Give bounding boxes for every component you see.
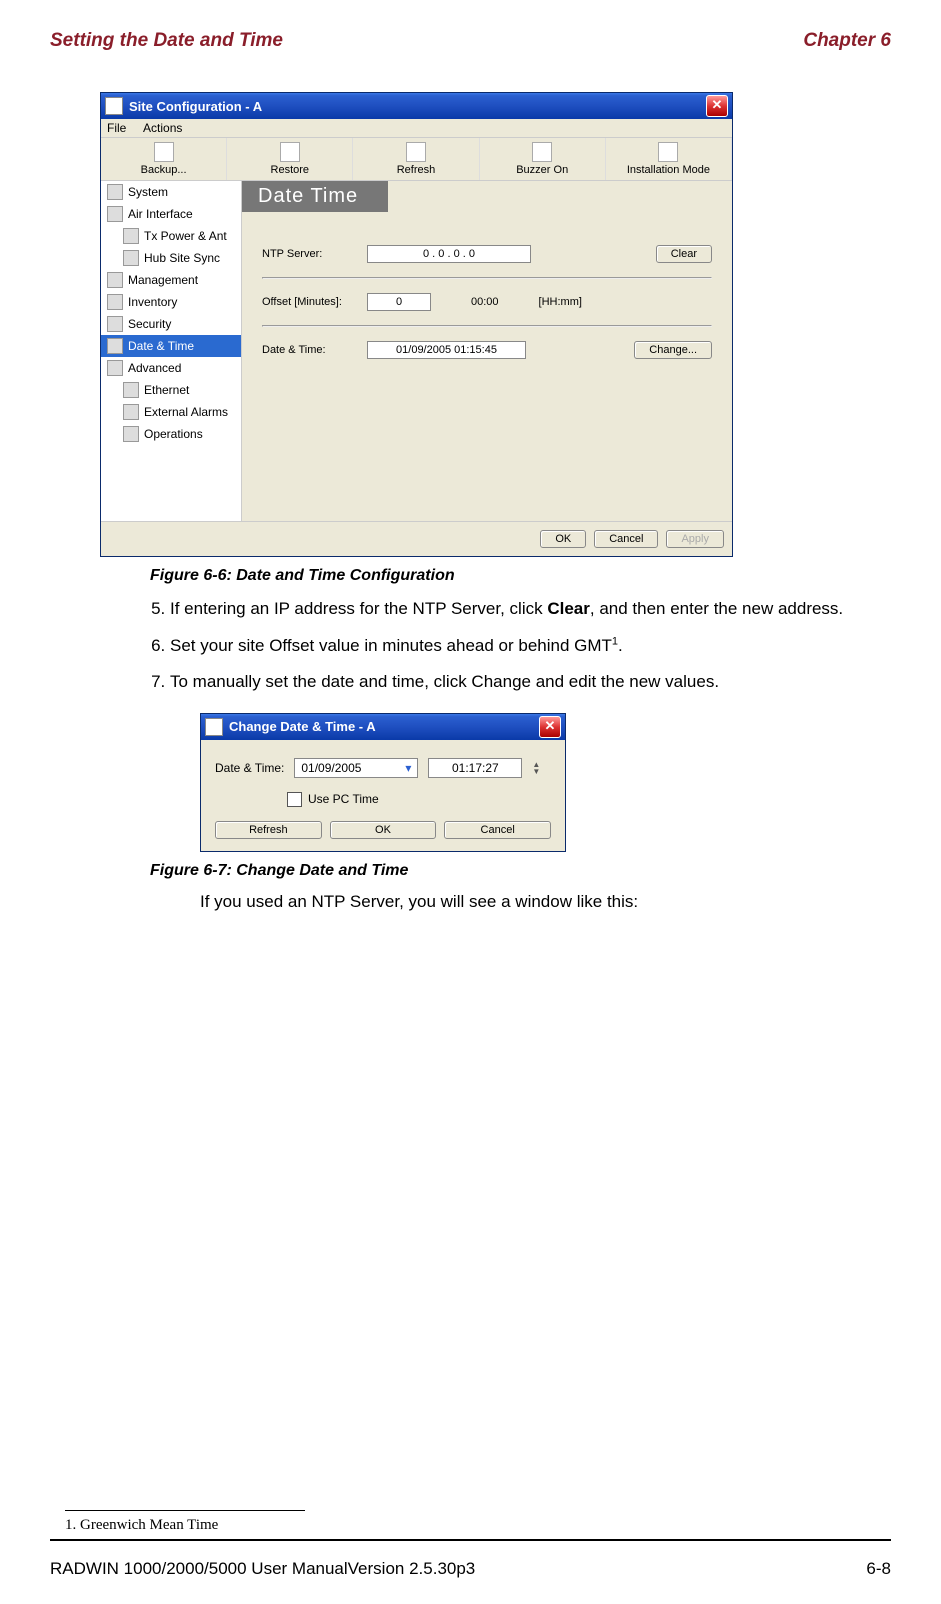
datetime-label: Date & Time: — [215, 761, 284, 775]
mgmt-icon — [107, 272, 123, 288]
toolbar-backup[interactable]: Backup... — [101, 138, 227, 180]
time-input[interactable]: 01:17:27 — [428, 758, 522, 778]
change-button[interactable]: Change... — [634, 341, 712, 359]
toolbar-restore[interactable]: Restore — [227, 138, 353, 180]
apply-button: Apply — [666, 530, 724, 548]
use-pc-time-checkbox[interactable] — [287, 792, 302, 807]
datetime-label: Date & Time: — [262, 344, 357, 356]
window-icon — [105, 97, 123, 115]
close-icon[interactable]: ✕ — [706, 95, 728, 117]
change-datetime-window: Change Date & Time - A ✕ Date & Time: 01… — [200, 713, 566, 852]
offset-time: 00:00 — [471, 296, 499, 308]
ethernet-icon — [123, 382, 139, 398]
sidebar-item-advanced[interactable]: Advanced — [101, 357, 241, 379]
inventory-icon — [107, 294, 123, 310]
footer-right: 6-8 — [866, 1559, 891, 1579]
after-figure-text: If you used an NTP Server, you will see … — [200, 892, 891, 912]
sidebar-item-operations[interactable]: Operations — [101, 423, 241, 445]
menu-file[interactable]: File — [107, 121, 126, 135]
air-icon — [107, 206, 123, 222]
window2-title: Change Date & Time - A — [229, 719, 376, 734]
step-5: If entering an IP address for the NTP Se… — [170, 597, 851, 622]
advanced-icon — [107, 360, 123, 376]
step-6: Set your site Offset value in minutes ah… — [170, 634, 851, 659]
buzzer-icon — [532, 142, 552, 162]
use-pc-time-label: Use PC Time — [308, 792, 379, 806]
figure-6-6-caption: Figure 6-6: Date and Time Configuration — [150, 567, 891, 585]
site-config-window: Site Configuration - A ✕ File Actions Ba… — [100, 92, 733, 557]
menubar: File Actions — [101, 119, 732, 138]
cancel-button[interactable]: Cancel — [594, 530, 658, 548]
clock-icon — [107, 338, 123, 354]
titlebar2[interactable]: Change Date & Time - A ✕ — [201, 714, 565, 740]
sidebar-item-inventory[interactable]: Inventory — [101, 291, 241, 313]
separator — [262, 325, 712, 327]
step-7: To manually set the date and time, click… — [170, 670, 851, 695]
refresh-icon — [406, 142, 426, 162]
ok-button[interactable]: OK — [540, 530, 586, 548]
antenna-icon — [123, 228, 139, 244]
footer-left: RADWIN 1000/2000/5000 User ManualVersion… — [50, 1559, 475, 1579]
separator — [262, 277, 712, 279]
datetime-input[interactable]: 01/09/2005 01:15:45 — [367, 341, 526, 359]
offset-unit: [HH:mm] — [539, 296, 582, 308]
titlebar[interactable]: Site Configuration - A ✕ — [101, 93, 732, 119]
close-icon[interactable]: ✕ — [539, 716, 561, 738]
page-rule — [50, 1539, 891, 1541]
sidebar-item-security[interactable]: Security — [101, 313, 241, 335]
restore-icon — [280, 142, 300, 162]
dialog-buttons: OK Cancel Apply — [101, 521, 732, 556]
offset-label: Offset [Minutes]: — [262, 296, 357, 308]
disk-icon — [154, 142, 174, 162]
sidebar-item-system[interactable]: System — [101, 181, 241, 203]
offset-input[interactable]: 0 — [367, 293, 431, 311]
main-panel: Date Time NTP Server: 0 . 0 . 0 . 0 Clea… — [242, 181, 732, 521]
toolbar-install[interactable]: Installation Mode — [606, 138, 732, 180]
toolbar-buzzer[interactable]: Buzzer On — [480, 138, 606, 180]
sync-icon — [123, 250, 139, 266]
panel-title: Date Time — [242, 181, 388, 212]
footnote-1: 1. Greenwich Mean Time — [65, 1517, 325, 1534]
sidebar-item-txpower[interactable]: Tx Power & Ant — [101, 225, 241, 247]
spinner-icon[interactable]: ▲▼ — [532, 761, 540, 775]
toolbar-refresh[interactable]: Refresh — [353, 138, 479, 180]
clear-button[interactable]: Clear — [656, 245, 712, 263]
clock-icon — [205, 718, 223, 736]
sidebar-item-air[interactable]: Air Interface — [101, 203, 241, 225]
figure-6-7-caption: Figure 6-7: Change Date and Time — [150, 862, 891, 880]
ok-button[interactable]: OK — [330, 821, 437, 839]
operations-icon — [123, 426, 139, 442]
date-input[interactable]: 01/09/2005 ▾ — [294, 758, 418, 778]
cancel-button[interactable]: Cancel — [444, 821, 551, 839]
header-right: Chapter 6 — [803, 30, 891, 52]
install-icon — [658, 142, 678, 162]
lock-icon — [107, 316, 123, 332]
sidebar-item-hubsite[interactable]: Hub Site Sync — [101, 247, 241, 269]
steps-list: If entering an IP address for the NTP Se… — [170, 597, 851, 695]
window-title: Site Configuration - A — [129, 99, 262, 114]
menu-actions[interactable]: Actions — [143, 121, 182, 135]
ntp-input[interactable]: 0 . 0 . 0 . 0 — [367, 245, 531, 263]
sidebar: System Air Interface Tx Power & Ant Hub … — [101, 181, 242, 521]
sidebar-item-management[interactable]: Management — [101, 269, 241, 291]
toolbar: Backup... Restore Refresh Buzzer On Inst… — [101, 138, 732, 181]
header-left: Setting the Date and Time — [50, 30, 283, 52]
ntp-label: NTP Server: — [262, 248, 357, 260]
sidebar-item-datetime[interactable]: Date & Time — [101, 335, 241, 357]
chevron-down-icon[interactable]: ▾ — [405, 761, 411, 775]
footnote-rule — [65, 1510, 305, 1511]
sidebar-item-ethernet[interactable]: Ethernet — [101, 379, 241, 401]
system-icon — [107, 184, 123, 200]
alarm-icon — [123, 404, 139, 420]
sidebar-item-alarms[interactable]: External Alarms — [101, 401, 241, 423]
refresh-button[interactable]: Refresh — [215, 821, 322, 839]
